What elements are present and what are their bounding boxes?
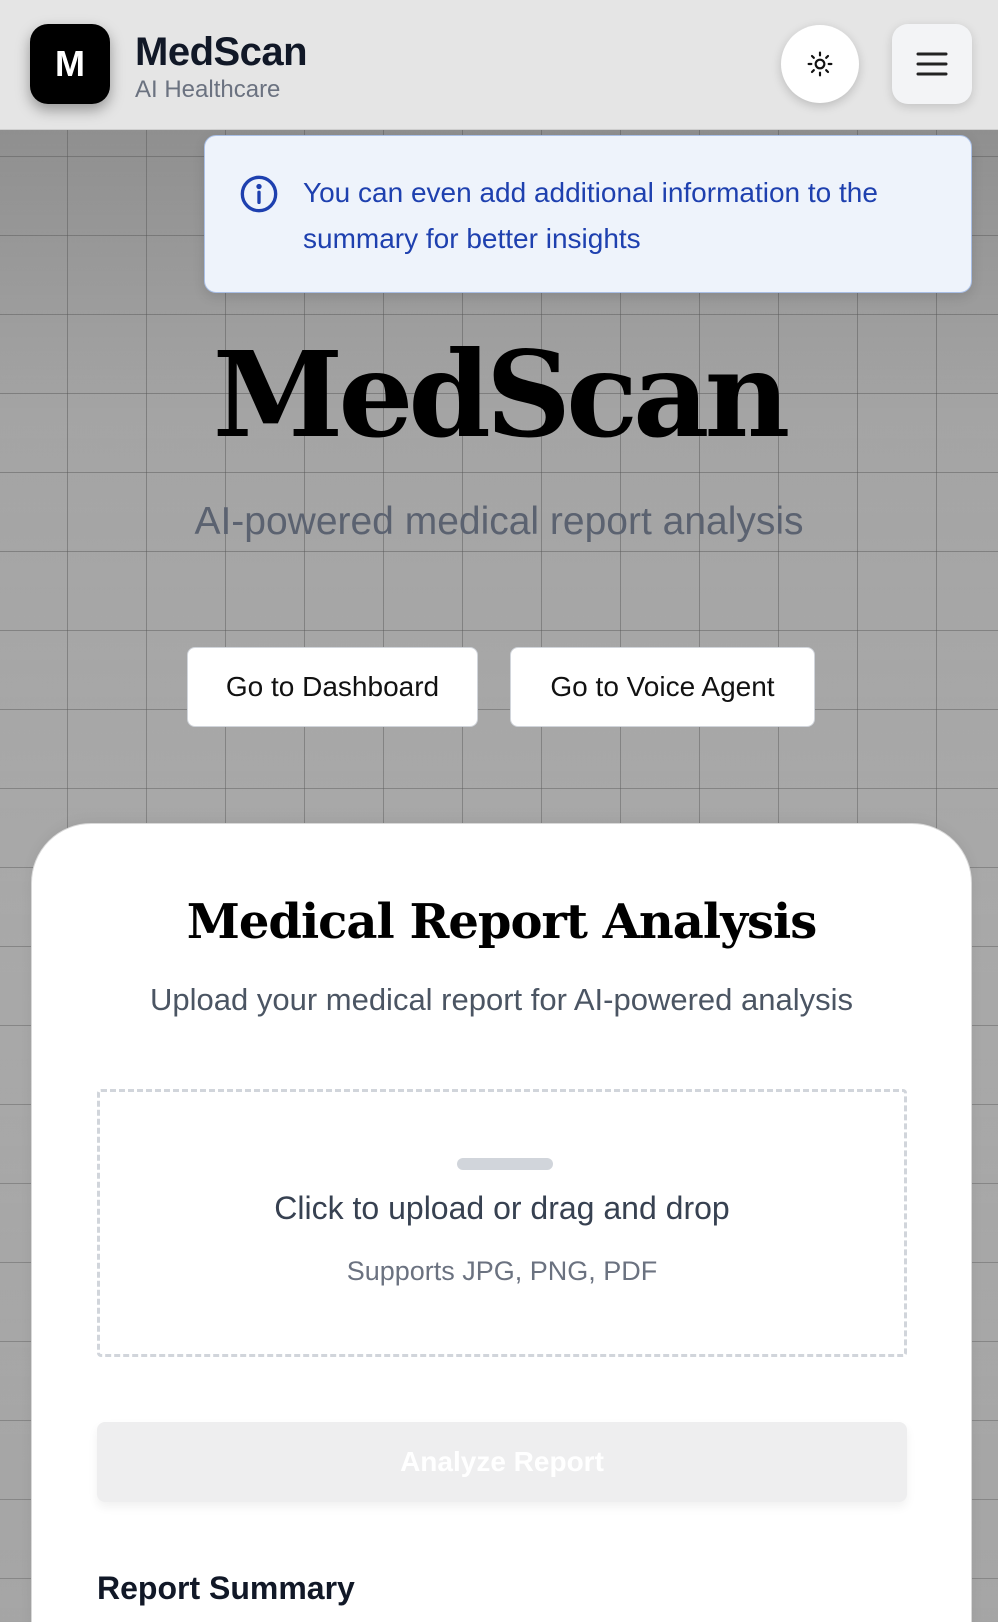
brand-name: MedScan — [135, 30, 308, 74]
hamburger-menu-icon — [916, 52, 948, 76]
logo[interactable]: M — [30, 24, 110, 104]
analysis-card: Medical Report Analysis Upload your medi… — [31, 823, 972, 1622]
sun-icon — [807, 51, 833, 77]
app-header: M MedScan AI Healthcare — [0, 0, 998, 130]
upload-dropzone[interactable]: Click to upload or drag and drop Support… — [97, 1089, 907, 1357]
hero-title: MedScan — [212, 325, 791, 464]
theme-toggle-button[interactable] — [781, 25, 859, 103]
card-subtitle: Upload your medical report for AI-powere… — [149, 982, 853, 1017]
upload-formats: Supports JPG, PNG, PDF — [346, 1256, 658, 1286]
card-title: Medical Report Analysis — [186, 894, 818, 950]
upload-placeholder-icon — [457, 1158, 553, 1170]
report-summary-heading: Report Summary — [97, 1570, 355, 1606]
go-to-voice-agent-button[interactable]: Go to Voice Agent — [510, 647, 815, 727]
menu-button[interactable] — [892, 24, 972, 104]
toast-message: You can even add additional information … — [303, 177, 878, 254]
hero-subtitle: AI-powered medical report analysis — [194, 500, 804, 543]
info-toast: You can even add additional information … — [204, 135, 972, 293]
upload-title: Click to upload or drag and drop — [274, 1190, 730, 1226]
go-to-dashboard-button[interactable]: Go to Dashboard — [187, 647, 478, 727]
info-icon — [240, 175, 278, 213]
analyze-report-button[interactable]: Analyze Report — [97, 1422, 907, 1502]
brand-subtitle: AI Healthcare — [135, 76, 281, 103]
